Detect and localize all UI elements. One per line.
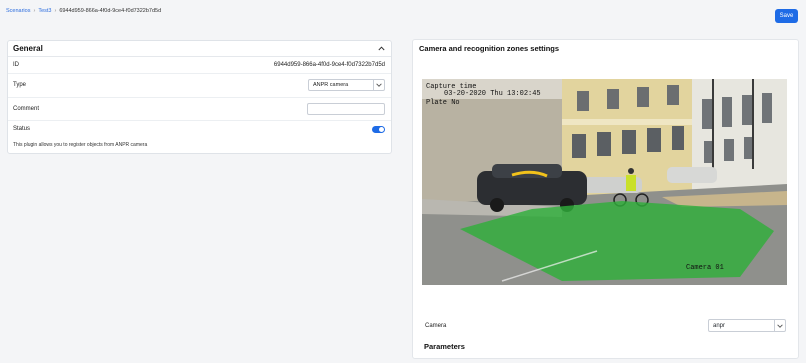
comment-label: Comment — [13, 106, 40, 112]
camera-panel: Camera and recognition zones settings Ca… — [412, 39, 799, 359]
comment-field[interactable] — [307, 103, 385, 115]
chevron-down-icon — [373, 80, 384, 90]
id-label: ID — [13, 62, 19, 68]
parameters-title: Parameters — [424, 342, 465, 351]
type-row: Type ANPR camera — [8, 74, 391, 96]
overlay-plate: Plate No — [426, 99, 460, 107]
camera-select[interactable]: anpr — [708, 319, 786, 332]
camera-row: Camera anpr — [413, 319, 798, 332]
camera-label: Camera — [425, 322, 447, 329]
type-select[interactable]: ANPR camera — [308, 79, 385, 91]
camera-select-value: anpr — [713, 322, 726, 329]
overlay-camera: Camera 01 — [686, 264, 724, 272]
camera-frame: Capture time 03-20-2020 Thu 13:02:45 Pla… — [422, 79, 787, 285]
breadcrumb-scenarios[interactable]: Scenarios — [6, 8, 30, 14]
breadcrumb-current: 6944d959-866a-4f0d-9ce4-f0d7322b7d5d — [59, 8, 162, 14]
breadcrumb: Scenarios › Test3 › 6944d959-866a-4f0d-9… — [6, 8, 161, 14]
chevron-up-icon[interactable] — [377, 45, 385, 53]
general-title: General — [13, 44, 43, 53]
status-label: Status — [13, 126, 31, 132]
camera-panel-title: Camera and recognition zones settings — [419, 44, 560, 53]
comment-row: Comment — [8, 98, 391, 120]
status-toggle[interactable] — [372, 125, 385, 133]
type-label: Type — [13, 82, 27, 88]
breadcrumb-test3[interactable]: Test3 — [38, 8, 51, 14]
status-row: Status — [8, 121, 391, 137]
save-button[interactable]: Save — [775, 9, 798, 23]
general-panel: General ID 6944d959-866a-4f0d-9ce4-f0d73… — [7, 40, 392, 154]
type-select-value: ANPR camera — [313, 82, 349, 88]
id-row: ID 6944d959-866a-4f0d-9ce4-f0d7322b7d5d — [8, 57, 391, 73]
breadcrumb-separator: › — [33, 8, 36, 14]
overlay-date: 03-20-2020 Thu 13:02:45 — [444, 90, 541, 98]
breadcrumb-separator: › — [54, 8, 57, 14]
camera-preview[interactable]: Capture time 03-20-2020 Thu 13:02:45 Pla… — [422, 79, 787, 285]
plugin-note: This plugin allows you to register objec… — [13, 142, 148, 148]
id-value: 6944d959-866a-4f0d-9ce4-f0d7322b7d5d — [273, 62, 385, 68]
general-header[interactable]: General — [8, 41, 391, 57]
chevron-down-icon — [774, 320, 785, 331]
